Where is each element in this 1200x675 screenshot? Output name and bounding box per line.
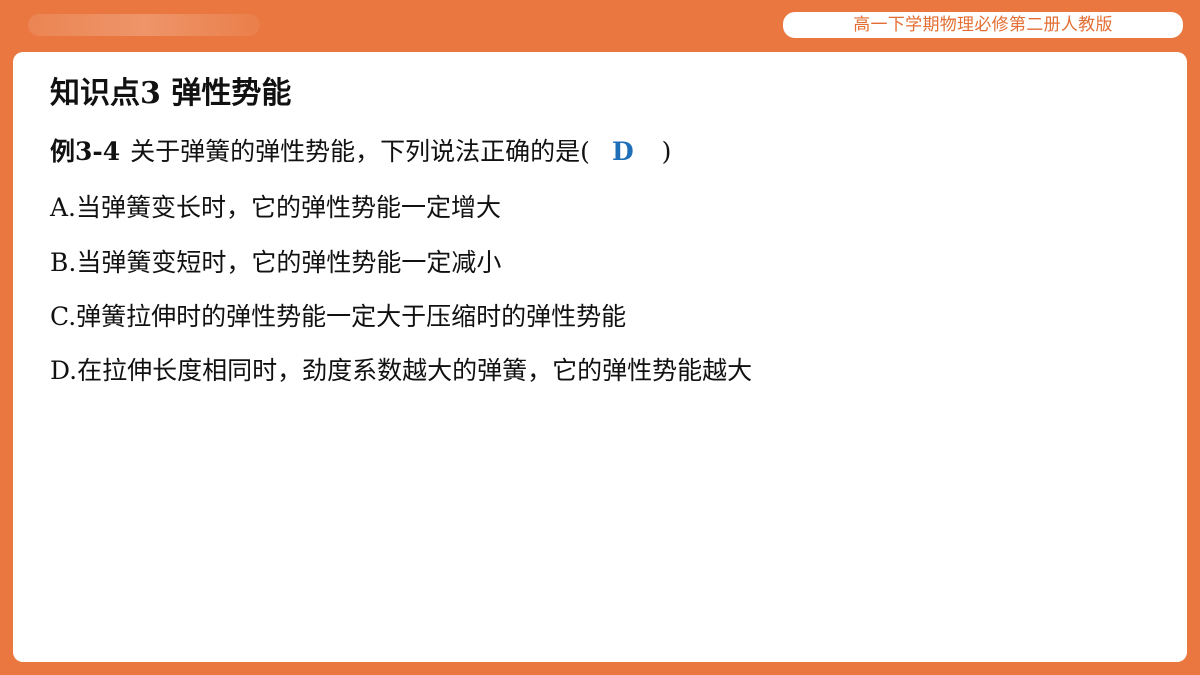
slide-content-panel: 知识点3 弹性势能 例3-4 关于弹簧的弹性势能，下列说法正确的是( D) A.当弹… xyxy=(13,52,1187,662)
header-decoration xyxy=(28,14,260,36)
answer-choice: D xyxy=(611,137,634,166)
option-b: B.当弹簧变短时，它的弹性势能一定减小 xyxy=(50,248,502,277)
top-bar: 高一下学期物理必修第二册人教版 xyxy=(0,0,1200,52)
question-stem: 例3-4 关于弹簧的弹性势能，下列说法正确的是( D) xyxy=(50,132,671,172)
section-title: 知识点3 弹性势能 xyxy=(50,76,292,111)
question-label: 例3-4 xyxy=(50,137,121,166)
series-title-badge: 高一下学期物理必修第二册人教版 xyxy=(783,12,1183,38)
question-text: 关于弹簧的弹性势能，下列说法正确的是( xyxy=(130,137,590,166)
option-d: D.在拉伸长度相同时，劲度系数越大的弹簧，它的弹性势能越大 xyxy=(50,356,753,385)
question-close-paren: ) xyxy=(661,137,672,166)
option-c: C.弹簧拉伸时的弹性势能一定大于压缩时的弹性势能 xyxy=(50,302,627,331)
option-a: A.当弹簧变长时，它的弹性势能一定增大 xyxy=(50,193,502,222)
